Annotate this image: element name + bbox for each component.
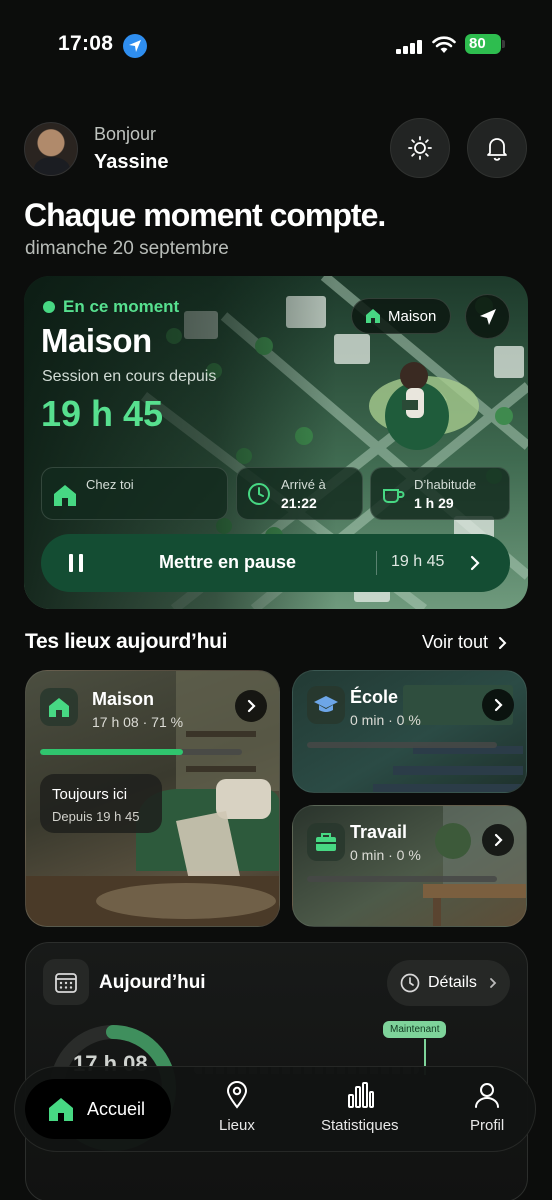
map-pin-icon (226, 1081, 247, 1109)
session-duration: 19 h 45 (41, 393, 164, 434)
location-arrow-icon (123, 34, 147, 58)
chevron-right-icon (494, 698, 503, 712)
cellular-signal-icon (396, 38, 422, 54)
place-name: Maison (92, 689, 155, 709)
pause-duration: 19 h 45 (391, 553, 445, 570)
info-label: Arrivé à (281, 477, 326, 492)
status-time: 17:08 (58, 32, 114, 55)
navigation-arrow-icon (479, 308, 496, 325)
tab-profil[interactable]: Profil (470, 1081, 504, 1134)
bottom-navigation: Accueil Lieux Statistiques Profil (14, 1066, 536, 1152)
user-name: Yassine (94, 151, 169, 173)
chevron-right-icon (494, 833, 503, 847)
see-all-link[interactable]: Voir tout (422, 632, 507, 653)
pause-icon (69, 554, 83, 572)
place-icon-maison (40, 688, 78, 726)
battery-cap (502, 40, 505, 48)
tab-label: Accueil (87, 1098, 146, 1119)
place-card-ecole[interactable]: École 0 min · 0 % (292, 670, 527, 793)
house-icon (54, 485, 76, 506)
wifi-icon (432, 36, 456, 53)
place-meta: 17 h 08 · 71 % (92, 714, 184, 730)
open-place-button[interactable] (482, 824, 514, 856)
place-meta: 0 min · 0 % (350, 847, 421, 863)
place-chip-label: Maison (388, 307, 437, 325)
place-chip[interactable]: Maison (351, 298, 451, 334)
details-label: Détails (428, 974, 477, 991)
notifications-button[interactable] (467, 118, 527, 178)
battery-indicator: 80 (465, 34, 501, 54)
place-card-maison[interactable]: Maison 17 h 08 · 71 % Toujours ici Depui… (25, 670, 280, 927)
place-progress-fill (40, 749, 184, 755)
page-headline: Chaque moment compte. (24, 197, 386, 233)
tab-statistiques[interactable]: Statistiques (321, 1081, 399, 1134)
current-session-card[interactable]: En ce moment Maison Session en cours dep… (24, 276, 528, 609)
tab-lieux[interactable]: Lieux (219, 1081, 255, 1134)
greeting: Bonjour (94, 124, 157, 144)
open-place-button[interactable] (235, 690, 267, 722)
still-here-badge: Toujours ici Depuis 19 h 45 (40, 774, 162, 833)
now-marker-label: Maintenant (383, 1021, 447, 1038)
graduation-cap-icon (314, 696, 338, 712)
bar-chart-icon (347, 1082, 374, 1108)
pause-session-button[interactable]: Mettre en pause 19 h 45 (41, 534, 510, 592)
session-label: Session en cours depuis (42, 368, 217, 385)
place-icon-ecole (307, 686, 345, 724)
house-icon (49, 1098, 73, 1121)
see-all-label: Voir tout (422, 632, 489, 652)
chevron-right-icon (499, 636, 507, 649)
info-chez-toi: Chez toi (41, 467, 228, 520)
place-progress-bar (40, 749, 242, 755)
details-button[interactable]: Détails (387, 960, 510, 1006)
briefcase-icon (316, 833, 336, 851)
coffee-cup-icon (383, 489, 405, 503)
sun-icon (408, 136, 432, 160)
current-place-name: Maison (41, 322, 152, 359)
chevron-right-icon (470, 555, 480, 571)
pause-label: Mettre en pause (159, 552, 297, 572)
house-icon (49, 698, 69, 717)
clock-icon (248, 483, 270, 505)
today-title: Aujourd’hui (99, 972, 206, 993)
info-arrival: Arrivé à 21:22 (236, 467, 363, 520)
tab-label: Profil (470, 1117, 505, 1134)
clock-icon (400, 973, 420, 993)
theme-toggle-button[interactable] (390, 118, 450, 178)
live-indicator-dot (43, 301, 55, 313)
open-place-button[interactable] (482, 689, 514, 721)
info-label: D’habitude (414, 477, 477, 492)
place-name: École (350, 687, 399, 707)
tab-label: Statistiques (321, 1117, 399, 1134)
info-usual: D’habitude 1 h 29 (370, 467, 510, 520)
now-label: En ce moment (63, 297, 180, 316)
status-bar: 17:08 80 (0, 30, 552, 60)
user-icon (475, 1083, 500, 1108)
place-meta: 0 min · 0 % (350, 712, 421, 728)
tab-accueil[interactable]: Accueil (25, 1079, 171, 1139)
divider (376, 551, 377, 575)
avatar[interactable] (24, 122, 78, 176)
info-value: 1 h 29 (414, 495, 454, 511)
place-progress-bar (307, 742, 497, 748)
place-icon-travail (307, 823, 345, 861)
tab-label: Lieux (219, 1117, 255, 1134)
place-progress-bar (307, 876, 497, 882)
chevron-right-icon (247, 699, 256, 713)
navigate-button[interactable] (465, 294, 510, 339)
calendar-icon (43, 959, 89, 1005)
places-section-title: Tes lieux aujourd’hui (25, 630, 228, 653)
still-here-title: Toujours ici (52, 786, 128, 803)
chevron-right-icon (490, 978, 497, 988)
info-label: Chez toi (86, 477, 134, 492)
house-icon (366, 309, 380, 323)
still-here-since: Depuis 19 h 45 (52, 809, 140, 824)
bell-icon (487, 138, 507, 161)
current-date: dimanche 20 septembre (25, 238, 229, 259)
place-card-travail[interactable]: Travail 0 min · 0 % (292, 805, 527, 927)
place-name: Travail (350, 822, 408, 842)
info-value: 21:22 (281, 495, 317, 511)
